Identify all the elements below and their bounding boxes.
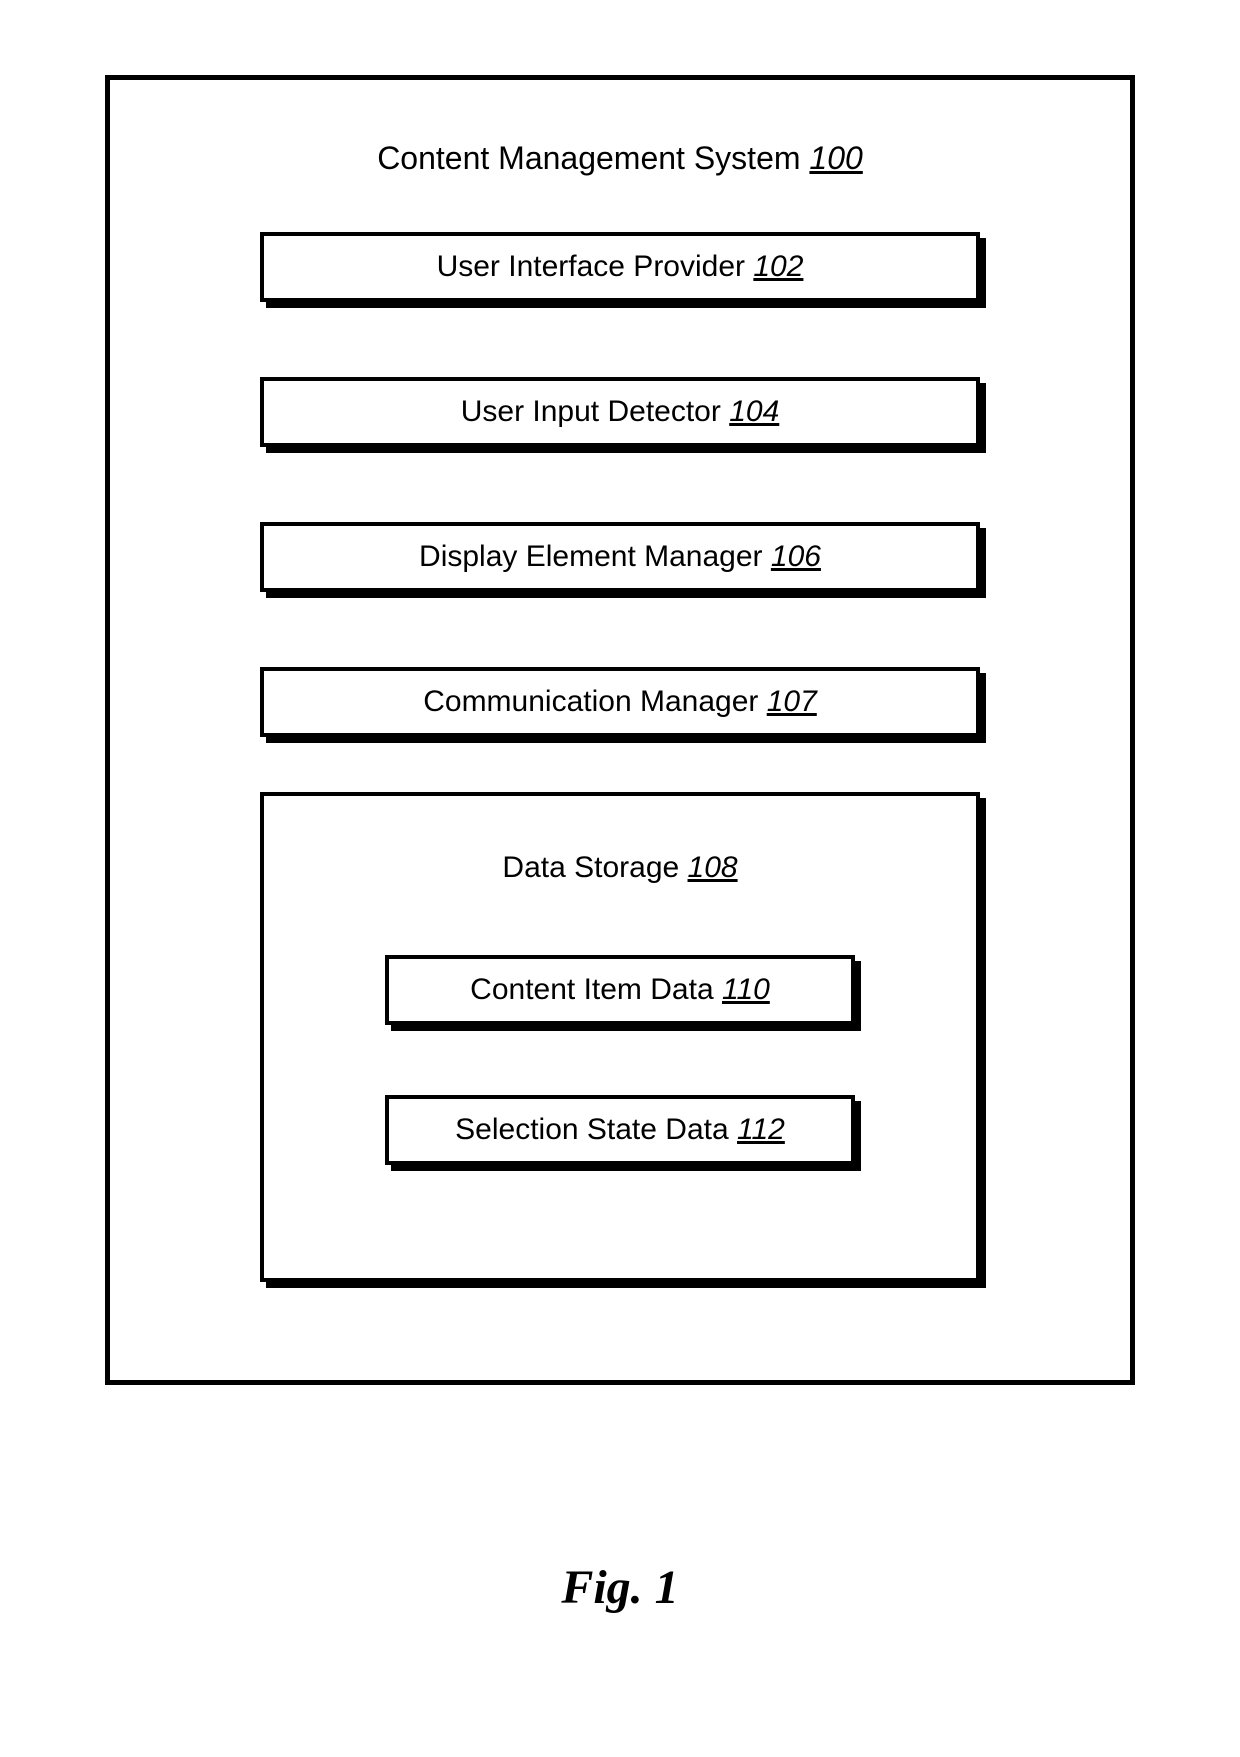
component-ref: 102	[753, 250, 803, 283]
figure-caption: Fig. 1	[0, 1560, 1240, 1615]
system-title: Content Management System 100	[110, 140, 1130, 177]
storage-item-selection-state-data: Selection State Data 112	[385, 1095, 855, 1165]
storage-item-ref: 110	[722, 973, 770, 1006]
component-display-element-manager: Display Element Manager 106	[260, 522, 980, 592]
system-title-label: Content Management System	[377, 140, 800, 176]
component-user-interface-provider: User Interface Provider 102	[260, 232, 980, 302]
storage-ref: 108	[688, 851, 738, 884]
storage-item-ref: 112	[737, 1113, 785, 1146]
storage-label: Data Storage	[502, 851, 679, 884]
component-label: User Interface Provider	[437, 250, 745, 283]
component-ref: 106	[771, 540, 821, 573]
component-communication-manager: Communication Manager 107	[260, 667, 980, 737]
system-title-ref: 100	[809, 140, 862, 176]
storage-item-label: Selection State Data	[455, 1113, 729, 1146]
system-container: Content Management System 100 User Inter…	[105, 75, 1135, 1385]
storage-item-label: Content Item Data	[470, 973, 713, 1006]
component-ref: 104	[729, 395, 779, 428]
storage-item-content-item-data: Content Item Data 110	[385, 955, 855, 1025]
component-ref: 107	[767, 685, 817, 718]
component-label: Display Element Manager	[419, 540, 763, 573]
component-label: User Input Detector	[461, 395, 721, 428]
component-label: Communication Manager	[423, 685, 758, 718]
storage-title: Data Storage 108	[264, 851, 976, 885]
storage-container: Data Storage 108 Content Item Data 110 S…	[260, 792, 980, 1282]
component-user-input-detector: User Input Detector 104	[260, 377, 980, 447]
